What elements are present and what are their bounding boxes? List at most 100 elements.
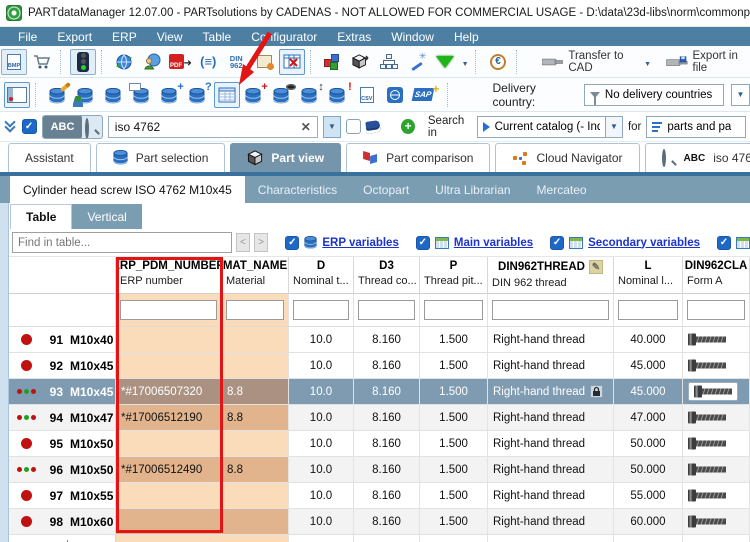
menu-item[interactable]: File xyxy=(8,27,47,46)
db-add-record-button[interactable]: + xyxy=(242,81,268,108)
formula-button[interactable]: (≡) xyxy=(195,49,221,75)
filter-input-mat[interactable] xyxy=(226,300,284,320)
row-header-cell[interactable]: 93 M10x45 xyxy=(9,379,116,404)
table-row[interactable]: 93 M10x45 *#17006507320 8.8 10.0 8.160 1.500 Ri… xyxy=(9,379,750,405)
user-settings-button[interactable] xyxy=(139,49,165,75)
form-view-button[interactable] xyxy=(4,81,30,108)
csv-export-button[interactable]: CSV xyxy=(354,82,380,108)
filter-dropdown-button[interactable] xyxy=(459,50,471,74)
subtab-ultra-librarian[interactable]: Ultra Librarian xyxy=(422,176,523,203)
menu-item[interactable]: Window xyxy=(381,27,444,46)
filter-cascade-button[interactable] xyxy=(432,49,458,75)
row-header-cell[interactable]: 96 M10x50 xyxy=(9,457,116,482)
structure-button[interactable] xyxy=(376,49,402,75)
table-row[interactable] xyxy=(9,535,750,542)
find-previous-button[interactable]: < xyxy=(235,233,251,252)
catalog-book-icon[interactable] xyxy=(365,119,382,134)
tab-vertical-view[interactable]: Vertical xyxy=(72,204,142,229)
db-sync-button[interactable]: ↕ xyxy=(298,81,324,108)
left-gutter[interactable] xyxy=(0,203,9,542)
variable-search-toggle[interactable] xyxy=(82,117,101,138)
export-3d-button[interactable] xyxy=(348,49,374,75)
table-row[interactable]: 92 M10x45 10.0 8.160 1.500 Right-hand thread 4… xyxy=(9,353,750,379)
filter-input-l[interactable] xyxy=(618,300,678,320)
db-query-button[interactable]: ? xyxy=(186,81,212,108)
table-row[interactable]: 95 M10x50 10.0 8.160 1.500 Right-hand thread 5… xyxy=(9,431,750,457)
row-header-cell[interactable]: 95 M10x50 xyxy=(9,431,116,456)
filter-input-cla[interactable] xyxy=(687,300,745,320)
update-catalog-button[interactable] xyxy=(111,49,137,75)
db-view-button[interactable] xyxy=(102,82,128,108)
column-header-din962cla[interactable]: DIN962CLA Form A xyxy=(683,257,750,293)
tab-part-selection[interactable]: Part selection xyxy=(95,143,226,172)
table-row[interactable]: 97 M10x55 10.0 8.160 1.500 Right-hand thread 5… xyxy=(9,483,750,509)
menu-item[interactable]: Table xyxy=(193,27,242,46)
tab-part-comparison[interactable]: Part comparison xyxy=(346,143,491,172)
menu-item[interactable]: Export xyxy=(47,27,102,46)
subtab-part[interactable]: Cylinder head screw ISO 4762 M10x45 xyxy=(10,176,245,203)
search-input[interactable] xyxy=(114,119,301,134)
row-header-cell[interactable]: 91 M10x40 xyxy=(9,327,116,352)
main-variables-link[interactable]: Main variables xyxy=(454,237,533,249)
filter-input-d[interactable] xyxy=(293,300,349,320)
web-link-button[interactable] xyxy=(382,82,408,108)
search-type-select[interactable]: parts and pa xyxy=(646,115,747,138)
add-search-icon[interactable]: + xyxy=(401,119,415,134)
column-header-din962thread[interactable]: DIN962THREAD DIN 962 thread xyxy=(488,257,614,293)
sap-connect-button[interactable]: SAP + xyxy=(410,82,439,108)
din-962-button[interactable]: DIN 962 xyxy=(223,49,249,75)
table-row[interactable]: 98 M10x60 10.0 8.160 1.500 Right-hand thread 6… xyxy=(9,509,750,535)
tab-search-results[interactable]: ABC iso 476 xyxy=(644,143,750,172)
search-option-checkbox[interactable] xyxy=(21,119,37,134)
menu-item[interactable]: Configurator xyxy=(241,27,327,46)
column-header-l[interactable]: L Nominal l... xyxy=(614,257,683,293)
row-header-cell[interactable]: 92 M10x45 xyxy=(9,353,116,378)
db-label-button[interactable] xyxy=(128,82,156,108)
column-header-p[interactable]: P Thread pit... xyxy=(420,257,488,293)
tab-table-view[interactable]: Table xyxy=(10,204,73,229)
table-row[interactable]: 94 M10x47 *#17006512190 8.8 10.0 8.160 1.500 Ri… xyxy=(9,405,750,431)
menu-item[interactable]: Help xyxy=(444,27,489,46)
delete-table-button[interactable] xyxy=(279,48,306,75)
db-user-button[interactable] xyxy=(72,82,100,108)
assembly-button[interactable] xyxy=(320,49,346,75)
tab-assistant[interactable]: Assistant xyxy=(8,143,91,172)
price-search-button[interactable]: € xyxy=(485,49,511,75)
collapse-chevrons-icon[interactable] xyxy=(4,116,17,133)
main-variables-checkbox[interactable] xyxy=(415,235,430,250)
filter-input-erp[interactable] xyxy=(120,300,217,320)
table-row[interactable]: 91 M10x40 10.0 8.160 1.500 Right-hand thread 4… xyxy=(9,327,750,353)
shopping-cart-button[interactable] xyxy=(29,49,55,75)
erp-table-button[interactable] xyxy=(213,81,240,108)
db-status-button[interactable]: ! xyxy=(326,81,352,108)
search-scope-select[interactable]: Current catalog (- Indust xyxy=(476,115,623,138)
filter-input-p[interactable] xyxy=(424,300,483,320)
column-header-d3[interactable]: D3 Thread co... xyxy=(354,257,420,293)
secondary-variables-link[interactable]: Secondary variables xyxy=(588,237,700,249)
db-login-button[interactable] xyxy=(46,81,72,108)
tab-cloud-navigator[interactable]: Cloud Navigator xyxy=(495,143,640,172)
transfer-dropdown-button[interactable] xyxy=(642,50,654,74)
transfer-to-cad-button[interactable]: Transfer to CAD xyxy=(537,49,641,75)
delivery-country-dropdown-button[interactable] xyxy=(731,83,750,106)
find-in-table-input[interactable] xyxy=(12,232,232,253)
row-header-cell[interactable] xyxy=(9,535,116,542)
tab-part-view[interactable]: Part view xyxy=(230,143,342,172)
scope-dropdown-button[interactable] xyxy=(604,116,622,137)
row-header-cell[interactable]: 97 M10x55 xyxy=(9,483,116,508)
subtab-mercateo[interactable]: Mercateo xyxy=(524,176,600,203)
erp-variables-link[interactable]: ERP variables xyxy=(322,237,399,249)
filter-checkbox[interactable] xyxy=(346,119,362,134)
wizard-button[interactable] xyxy=(404,49,430,75)
column-header-erp[interactable]: ERP_PDM_NUMBER ERP number xyxy=(116,257,222,293)
bmp-export-button[interactable]: BMP xyxy=(1,48,27,75)
menu-item[interactable]: View xyxy=(147,27,193,46)
more-variables-checkbox[interactable] xyxy=(717,235,731,250)
secondary-variables-checkbox[interactable] xyxy=(550,235,565,250)
row-header-cell[interactable]: 94 M10x47 xyxy=(9,405,116,430)
subtab-octopart[interactable]: Octopart xyxy=(350,176,422,203)
db-add-button[interactable]: + xyxy=(158,81,184,108)
menu-item[interactable]: Extras xyxy=(327,27,381,46)
search-history-dropdown[interactable] xyxy=(322,115,342,138)
export-in-file-button[interactable]: Export in file xyxy=(661,49,749,75)
